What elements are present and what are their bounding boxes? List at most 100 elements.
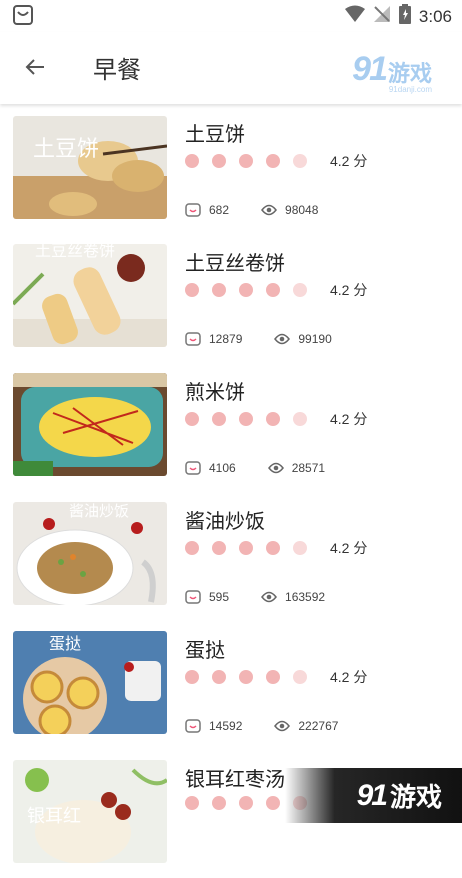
recipe-stats: 4106 28571 — [185, 461, 357, 475]
recipe-title: 蛋挞 — [185, 640, 225, 662]
favorites-count: 682 — [209, 203, 230, 217]
recipe-stats: 12879 99190 — [185, 332, 364, 346]
rating-dot — [239, 670, 253, 684]
no-signal-icon — [373, 5, 391, 28]
rating-dot — [185, 283, 199, 297]
rating-dot — [185, 541, 199, 555]
recipe-thumbnail: 酱油炒饭 — [13, 502, 167, 605]
rating: 4.2 分 — [185, 538, 367, 558]
rating-dot — [266, 154, 280, 168]
recipe-title: 煎米饼 — [185, 382, 245, 404]
rating: 4.2 分 — [185, 280, 367, 300]
status-bar: 3:06 — [0, 0, 462, 32]
arrow-left-icon — [23, 55, 47, 84]
thumb-caption: 银耳红 — [27, 806, 81, 827]
wifi-icon — [344, 5, 365, 28]
thumb-caption: 土豆丝卷饼 — [35, 244, 115, 260]
favorites-count: 14592 — [209, 719, 243, 733]
rating-dot — [266, 541, 280, 555]
views-count: 163592 — [285, 590, 326, 604]
recipe-thumbnail: 土豆丝卷饼 — [13, 244, 167, 347]
toolbar: 早餐 91 游戏 91danji.com — [0, 32, 462, 104]
views-count: 28571 — [291, 461, 326, 475]
rating-dot — [266, 283, 280, 297]
back-button[interactable] — [18, 52, 52, 86]
logo-number: 91 — [352, 50, 388, 88]
rating-dot — [239, 541, 253, 555]
rating: 4.2 分 — [185, 667, 367, 687]
rating-dot — [239, 283, 253, 297]
rating: 4.2 分 — [185, 151, 367, 171]
rating-dot — [185, 796, 199, 810]
site-watermark: 91 游戏 — [285, 768, 462, 823]
rating-dot — [185, 670, 199, 684]
recipe-title: 酱油炒饭 — [185, 511, 265, 533]
rating-dot — [212, 154, 226, 168]
battery-icon — [398, 4, 411, 29]
rating-dot-faint — [293, 670, 307, 684]
favorites-count: 595 — [209, 590, 230, 604]
recipe-stats: 14592 222767 — [185, 719, 370, 733]
rating-dot — [266, 796, 280, 810]
list-item[interactable]: 土豆丝卷饼 土豆丝卷饼 4.2 分 12879 99190 — [0, 233, 462, 362]
logo-url: 91danji.com — [388, 85, 432, 94]
eye-icon — [261, 204, 277, 216]
watermark-text: 游戏 — [389, 782, 442, 812]
recipe-thumbnail: 蛋挞 — [13, 631, 167, 734]
views-count: 98048 — [285, 203, 319, 217]
rating-dot-faint — [293, 283, 307, 297]
favorite-icon — [185, 332, 201, 346]
rating-score: 4.2 分 — [330, 540, 368, 556]
rating-dot — [266, 412, 280, 426]
recipe-title: 土豆丝卷饼 — [185, 253, 285, 275]
rating-dot — [239, 796, 253, 810]
rating-dot — [212, 283, 226, 297]
favorites-count: 4106 — [209, 461, 236, 475]
rating-score: 4.2 分 — [330, 411, 368, 427]
list-item[interactable]: 酱油炒饭 酱油炒饭 4.2 分 595 163592 — [0, 491, 462, 620]
rating-dot — [212, 670, 226, 684]
watermark-number: 91 — [356, 778, 388, 812]
recipe-thumbnail — [13, 373, 167, 476]
list-item[interactable]: 土豆饼 土豆饼 4.2 分 682 98048 — [0, 104, 462, 233]
recipe-stats: 595 163592 — [185, 590, 357, 604]
recipe-title: 银耳红枣汤 — [185, 769, 285, 791]
thumb-caption: 酱油炒饭 — [69, 502, 129, 520]
rating-dot — [212, 412, 226, 426]
rating-score: 4.2 分 — [330, 282, 368, 298]
recipe-title: 土豆饼 — [185, 124, 245, 146]
app-notification-icon — [12, 4, 34, 31]
rating-dot — [266, 670, 280, 684]
eye-icon — [274, 720, 291, 732]
rating-dot-faint — [293, 154, 307, 168]
eye-icon — [261, 591, 277, 603]
eye-icon — [267, 462, 284, 474]
favorite-icon — [185, 590, 201, 604]
views-count: 99190 — [298, 332, 332, 346]
status-time: 3:06 — [418, 6, 452, 26]
rating-dot-faint — [293, 412, 307, 426]
rating-dot — [212, 541, 226, 555]
favorite-icon — [185, 461, 201, 475]
thumb-caption: 蛋挞 — [49, 634, 81, 653]
rating-dot — [239, 412, 253, 426]
favorite-icon — [185, 203, 201, 217]
rating: 4.2 分 — [185, 409, 367, 429]
rating-score: 4.2 分 — [330, 153, 368, 169]
page-title: 早餐 — [93, 57, 141, 84]
favorite-icon — [185, 719, 201, 733]
list-item[interactable]: 煎米饼 4.2 分 4106 28571 — [0, 362, 462, 491]
recipe-thumbnail: 银耳红 — [13, 760, 167, 863]
list-item[interactable]: 蛋挞 蛋挞 4.2 分 14592 222767 — [0, 620, 462, 749]
rating-dot — [239, 154, 253, 168]
rating-dot — [212, 796, 226, 810]
recipe-stats: 682 98048 — [185, 203, 350, 217]
eye-icon — [274, 333, 291, 345]
rating-dot-faint — [293, 541, 307, 555]
brand-logo: 91 游戏 91danji.com — [352, 50, 432, 94]
rating-score: 4.2 分 — [330, 669, 368, 685]
favorites-count: 12879 — [209, 332, 243, 346]
logo-text: 游戏 — [387, 61, 432, 86]
recipe-thumbnail: 土豆饼 — [13, 116, 167, 219]
views-count: 222767 — [298, 719, 339, 733]
